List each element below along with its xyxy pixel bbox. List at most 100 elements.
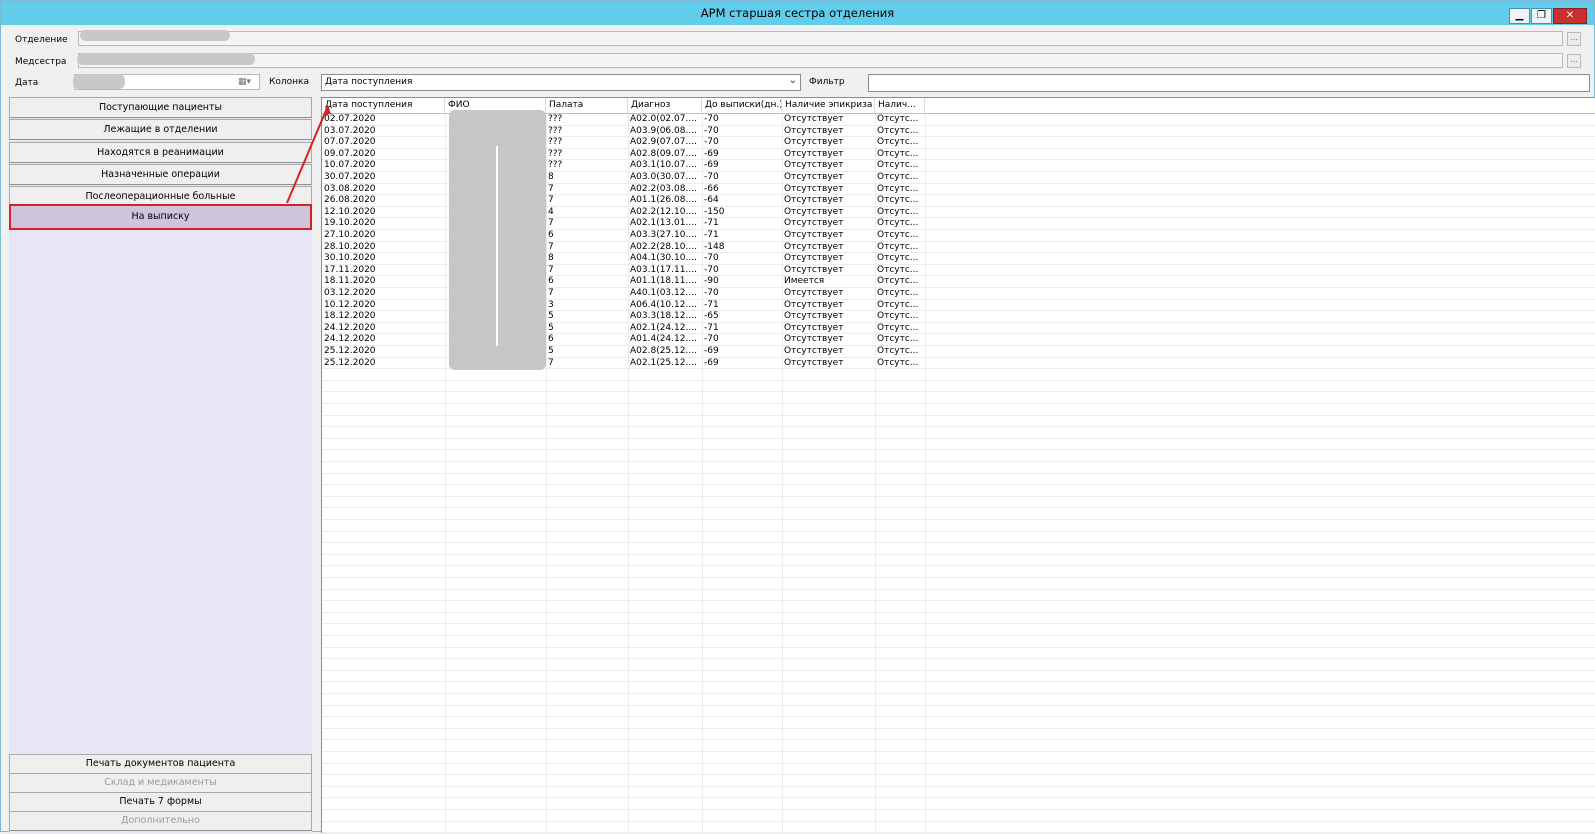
cell-admit-date: 19.10.2020 (324, 218, 376, 229)
empty-row (322, 764, 1595, 776)
minimize-button[interactable]: ▁ (1509, 8, 1530, 24)
nav-lying-patients-button[interactable]: Лежащие в отделении (9, 119, 312, 140)
restore-button[interactable]: ❐ (1531, 8, 1552, 24)
cell-diagnosis: A03.1(17.11.... (630, 264, 697, 275)
filter-input[interactable] (868, 74, 1590, 92)
cell-other: Отсутс... (877, 299, 919, 310)
nav-icu-button[interactable]: Находятся в реанимации (9, 142, 312, 163)
cell-ward: 7 (548, 218, 554, 229)
cell-epicrisis: Отсутствует (784, 125, 844, 136)
cell-admit-date: 24.12.2020 (324, 334, 376, 345)
cell-diagnosis: A01.4(24.12.... (630, 334, 697, 345)
empty-row (322, 555, 1595, 567)
cell-days-to-discharge: -70 (704, 114, 719, 124)
cell-other: Отсутс... (877, 206, 919, 217)
cell-admit-date: 28.10.2020 (324, 241, 376, 252)
column-header-days-to-discharge[interactable]: До выписки(дн.) (702, 98, 782, 114)
nurse-label: Медсестра (15, 57, 67, 67)
cell-epicrisis: Отсутствует (784, 114, 844, 124)
empty-row (322, 543, 1595, 555)
title-bar[interactable]: АРМ старшая сестра отделения ▁ ❐ ✕ (1, 1, 1594, 25)
cell-diagnosis: A02.2(12.10.... (630, 206, 697, 217)
cell-diagnosis: A03.3(18.12.... (630, 311, 697, 322)
print-patient-docs-button[interactable]: Печать документов пациента (9, 754, 312, 774)
cell-diagnosis: A06.4(10.12.... (630, 299, 697, 310)
cell-ward: 3 (548, 299, 554, 310)
cell-ward: 7 (548, 183, 554, 194)
cell-diagnosis: A03.0(30.07.... (630, 172, 697, 182)
cell-other: Отсутс... (877, 230, 919, 240)
nav-incoming-patients-button[interactable]: Поступающие пациенты (9, 97, 312, 118)
cell-days-to-discharge: -150 (704, 206, 725, 217)
cell-epicrisis: Отсутствует (784, 160, 844, 171)
cell-epicrisis: Отсутствует (784, 172, 844, 182)
cell-other: Отсутс... (877, 253, 919, 264)
cell-other: Отсутс... (877, 357, 919, 368)
cell-diagnosis: A03.1(10.07.... (630, 160, 697, 171)
cell-days-to-discharge: -71 (704, 299, 719, 310)
cell-ward: ??? (548, 125, 563, 136)
cell-admit-date: 10.07.2020 (324, 160, 376, 171)
department-value-redacted (80, 30, 230, 41)
calendar-icon[interactable]: ▦▾ (238, 77, 251, 87)
column-header-other[interactable]: Налич... (875, 98, 925, 114)
cell-other: Отсутс... (877, 137, 919, 148)
column-select[interactable]: Дата поступления ⌄ (321, 74, 801, 91)
cell-epicrisis: Отсутствует (784, 241, 844, 252)
column-divider (925, 114, 926, 834)
empty-row (322, 740, 1595, 752)
cell-admit-date: 30.07.2020 (324, 172, 376, 182)
cell-ward: 8 (548, 253, 554, 264)
print-form7-button[interactable]: Печать 7 формы (9, 792, 312, 812)
close-button[interactable]: ✕ (1553, 8, 1587, 24)
column-header-admit-date[interactable]: Дата поступления (322, 98, 445, 114)
cell-ward: 8 (548, 172, 554, 182)
cell-days-to-discharge: -69 (704, 357, 719, 368)
empty-row (322, 416, 1595, 428)
nurse-ellipsis-button[interactable]: ... (1567, 54, 1581, 68)
cell-diagnosis: A02.8(25.12.... (630, 346, 697, 356)
cell-ward: 7 (548, 357, 554, 368)
cell-admit-date: 18.12.2020 (324, 311, 376, 322)
cell-admit-date: 25.12.2020 (324, 357, 376, 368)
empty-row (322, 787, 1595, 799)
cell-diagnosis: A03.3(27.10.... (630, 230, 697, 240)
nav-discharge-button[interactable]: На выписку (9, 204, 312, 230)
nurse-field[interactable] (78, 53, 1563, 68)
cell-days-to-discharge: -69 (704, 160, 719, 171)
empty-row (322, 578, 1595, 590)
column-divider (782, 114, 783, 834)
cell-epicrisis: Отсутствует (784, 148, 844, 159)
fio-redaction-stripe (496, 146, 498, 346)
cell-diagnosis: A02.1(25.12.... (630, 357, 697, 368)
column-header-epicrisis[interactable]: Наличие эпикриза (782, 98, 875, 114)
column-header-ward[interactable]: Палата (546, 98, 628, 114)
cell-other: Отсутс... (877, 322, 919, 333)
department-ellipsis-button[interactable]: ... (1567, 32, 1581, 46)
cell-admit-date: 27.10.2020 (324, 230, 376, 240)
empty-row (322, 404, 1595, 416)
cell-epicrisis: Отсутствует (784, 322, 844, 333)
cell-admit-date: 17.11.2020 (324, 264, 376, 275)
nav-operations-button[interactable]: Назначенные операции (9, 164, 312, 185)
cell-other: Отсутс... (877, 160, 919, 171)
chevron-down-icon[interactable]: ⌄ (789, 75, 797, 86)
cell-days-to-discharge: -90 (704, 276, 719, 287)
empty-row (322, 474, 1595, 486)
cell-other: Отсутс... (877, 172, 919, 182)
cell-admit-date: 03.12.2020 (324, 288, 376, 298)
column-divider (875, 114, 876, 834)
cell-admit-date: 02.07.2020 (324, 114, 376, 124)
department-field[interactable] (78, 31, 1563, 46)
cell-epicrisis: Отсутствует (784, 230, 844, 240)
empty-row (322, 381, 1595, 393)
empty-row (322, 810, 1595, 822)
empty-row (322, 590, 1595, 602)
cell-admit-date: 30.10.2020 (324, 253, 376, 264)
cell-other: Отсутс... (877, 183, 919, 194)
cell-other: Отсутс... (877, 125, 919, 136)
empty-row (322, 369, 1595, 381)
cell-admit-date: 25.12.2020 (324, 346, 376, 356)
column-header-diagnosis[interactable]: Диагноз (628, 98, 702, 114)
cell-epicrisis: Отсутствует (784, 334, 844, 345)
